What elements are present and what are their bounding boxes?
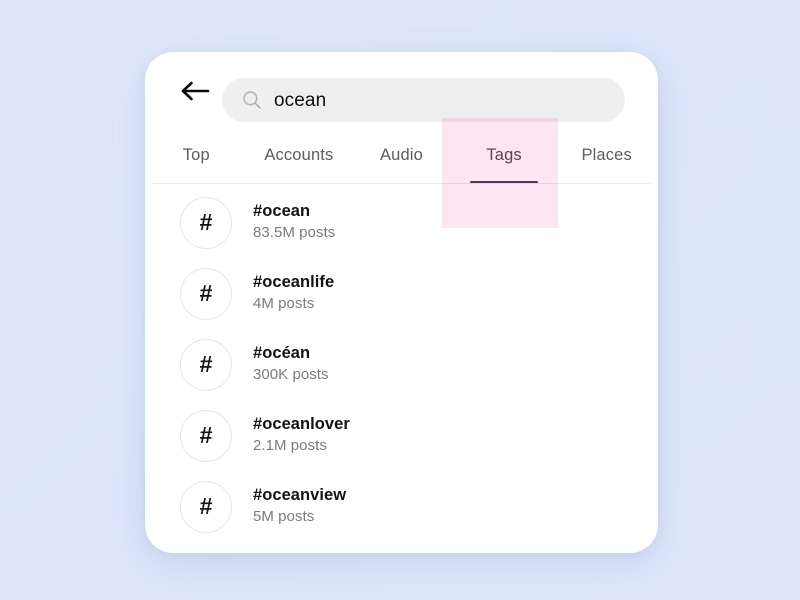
list-item[interactable]: # #ocean 83.5M posts xyxy=(145,187,658,258)
list-item-text: #ocean 83.5M posts xyxy=(253,201,335,244)
back-button[interactable] xyxy=(173,69,217,113)
tab-label: Audio xyxy=(380,146,423,164)
hashtag-glyph: # xyxy=(199,209,213,235)
hashtag-icon: # xyxy=(180,196,232,249)
list-item[interactable]: # #océan 300K posts xyxy=(145,329,658,400)
hashtag-glyph: # xyxy=(199,280,213,306)
list-item-text: #oceanlife 4M posts xyxy=(253,272,334,315)
list-item[interactable]: # #oceanlife 4M posts xyxy=(145,258,658,329)
list-item-text: #océan 300K posts xyxy=(253,343,329,386)
search-header: ocean xyxy=(145,52,658,128)
tag-name: #océan xyxy=(253,343,311,362)
tab-places[interactable]: Places xyxy=(555,128,658,183)
tag-post-count: 300K posts xyxy=(253,366,329,384)
search-icon xyxy=(242,90,262,110)
hashtag-icon: # xyxy=(180,409,232,462)
tab-audio[interactable]: Audio xyxy=(350,128,453,183)
tag-name: #oceanlife xyxy=(253,272,335,291)
hashtag-icon: # xyxy=(180,480,232,533)
list-item-text: #oceanview 5M posts xyxy=(253,485,346,528)
tab-tags[interactable]: Tags xyxy=(453,128,556,183)
arrow-left-icon xyxy=(180,79,210,103)
hashtag-icon: # xyxy=(180,267,232,320)
tab-label: Tags xyxy=(486,146,522,164)
hashtag-glyph: # xyxy=(199,351,213,377)
tab-label: Top xyxy=(182,146,210,164)
list-item[interactable]: # #oceanview 5M posts xyxy=(145,471,658,542)
list-item[interactable]: # #oceanlover 2.1M posts xyxy=(145,400,658,471)
tag-name: #ocean xyxy=(253,201,311,220)
hashtag-glyph: # xyxy=(199,493,213,519)
tag-post-count: 2.1M posts xyxy=(253,437,327,455)
search-results-card: ocean Top Accounts Audio Tags Places # #… xyxy=(145,52,658,553)
tag-name: #oceanlover xyxy=(253,414,350,433)
hashtag-glyph: # xyxy=(199,422,213,448)
tag-post-count: 83.5M posts xyxy=(253,224,336,242)
search-input[interactable]: ocean xyxy=(222,78,625,122)
tab-accounts[interactable]: Accounts xyxy=(248,128,351,183)
search-tabs: Top Accounts Audio Tags Places xyxy=(145,128,658,183)
hashtag-icon: # xyxy=(180,338,232,391)
tag-results-list: # #ocean 83.5M posts # #oceanlife 4M pos… xyxy=(145,187,658,542)
list-item-text: #oceanlover 2.1M posts xyxy=(253,414,350,457)
tab-label: Accounts xyxy=(264,146,334,164)
tab-top[interactable]: Top xyxy=(145,128,248,183)
tabs-divider xyxy=(152,183,651,184)
tag-post-count: 4M posts xyxy=(253,295,315,313)
tag-post-count: 5M posts xyxy=(253,508,315,526)
tab-label: Places xyxy=(581,146,632,164)
tag-name: #oceanview xyxy=(253,485,347,504)
search-input-value: ocean xyxy=(274,89,327,111)
